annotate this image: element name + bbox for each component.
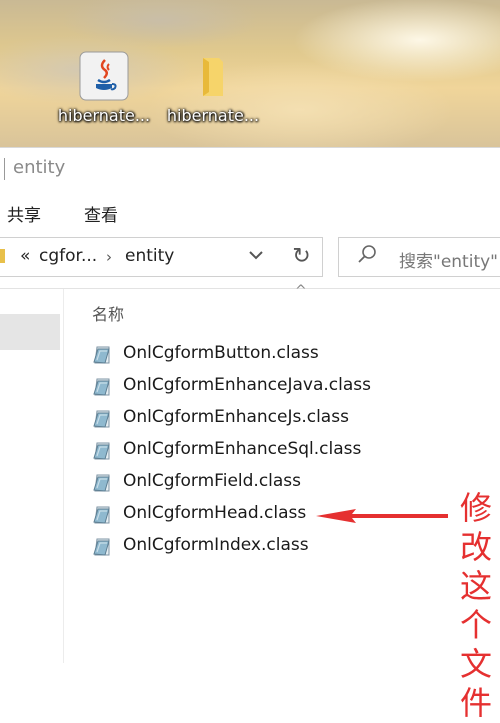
breadcrumb-overflow[interactable]: « xyxy=(20,246,30,266)
file-name: OnlCgformHead.class xyxy=(123,503,307,523)
class-file-icon xyxy=(93,506,110,524)
desktop-wallpaper: hibernate... hibernate... xyxy=(0,0,500,147)
annotation-char: 这 xyxy=(459,567,492,605)
annotation-char: 改 xyxy=(459,528,492,566)
class-file-icon xyxy=(93,410,110,428)
window-title: entity xyxy=(13,157,66,178)
sort-ascending-icon: ^ xyxy=(295,283,307,299)
annotation-text: 修 改 这 个 文 件 xyxy=(456,489,496,723)
breadcrumb-item-cgform[interactable]: cgfor... xyxy=(39,246,97,266)
desktop-icon-label: hibernate... xyxy=(57,106,151,125)
desktop-icon-label: hibernate... xyxy=(166,106,260,125)
annotation-char: 文 xyxy=(459,645,492,683)
java-file-icon xyxy=(78,50,130,102)
annotation-arrow xyxy=(316,509,448,523)
file-name: OnlCgformEnhanceJava.class xyxy=(123,375,371,395)
title-bar: entity xyxy=(0,148,500,191)
file-name: OnlCgformButton.class xyxy=(123,343,319,363)
breadcrumb-item-entity[interactable]: entity xyxy=(125,246,174,266)
explorer-window: entity 共享 查看 « cgfor... › entity ↻ 搜索"en… xyxy=(0,147,500,722)
file-row[interactable]: OnlCgformEnhanceJava.class xyxy=(92,375,392,407)
chevron-down-icon[interactable] xyxy=(248,247,264,267)
file-name: OnlCgformEnhanceSql.class xyxy=(123,439,362,459)
file-name: OnlCgformIndex.class xyxy=(123,535,309,555)
file-name: OnlCgformEnhanceJs.class xyxy=(123,407,349,427)
file-row[interactable]: OnlCgformEnhanceJs.class xyxy=(92,407,392,439)
column-header-name[interactable]: 名称 xyxy=(92,301,124,325)
tab-view[interactable]: 查看 xyxy=(84,201,118,226)
class-file-icon xyxy=(93,538,110,556)
file-row[interactable]: OnlCgformIndex.class xyxy=(92,535,392,567)
annotation-char: 件 xyxy=(459,684,492,722)
address-bar[interactable]: « cgfor... › entity xyxy=(0,237,283,277)
desktop-icon-folder[interactable]: hibernate... xyxy=(163,50,263,125)
class-file-icon xyxy=(93,474,110,492)
search-placeholder: 搜索"entity" xyxy=(399,252,498,272)
address-row: « cgfor... › entity ↻ 搜索"entity" xyxy=(0,233,500,283)
search-icon xyxy=(357,244,377,271)
nav-selected-item[interactable] xyxy=(0,314,60,350)
chevron-right-icon[interactable]: › xyxy=(106,248,112,266)
file-row[interactable]: OnlCgformButton.class xyxy=(92,343,392,375)
ribbon-tabs: 共享 查看 xyxy=(0,191,500,233)
navigation-pane xyxy=(0,289,64,663)
file-row[interactable]: OnlCgformEnhanceSql.class xyxy=(92,439,392,471)
content-area: ^ 名称 OnlCgformButton.class OnlCgformEnha… xyxy=(0,283,500,722)
annotation-char: 修 xyxy=(459,489,492,527)
title-divider xyxy=(4,158,5,180)
folder-icon xyxy=(187,50,239,102)
class-file-icon xyxy=(93,442,110,460)
desktop-icon-java-file[interactable]: hibernate... xyxy=(54,50,154,125)
search-box[interactable]: 搜索"entity" xyxy=(338,237,500,277)
annotation-char: 个 xyxy=(459,606,492,644)
class-file-icon xyxy=(93,346,110,364)
file-list: OnlCgformButton.class OnlCgformEnhanceJa… xyxy=(92,343,392,567)
folder-icon xyxy=(0,249,5,263)
class-file-icon xyxy=(93,378,110,396)
tab-share[interactable]: 共享 xyxy=(7,201,41,226)
file-row[interactable]: OnlCgformField.class xyxy=(92,471,392,503)
refresh-icon: ↻ xyxy=(292,244,311,269)
file-name: OnlCgformField.class xyxy=(123,471,302,491)
refresh-button[interactable]: ↻ xyxy=(281,237,323,277)
